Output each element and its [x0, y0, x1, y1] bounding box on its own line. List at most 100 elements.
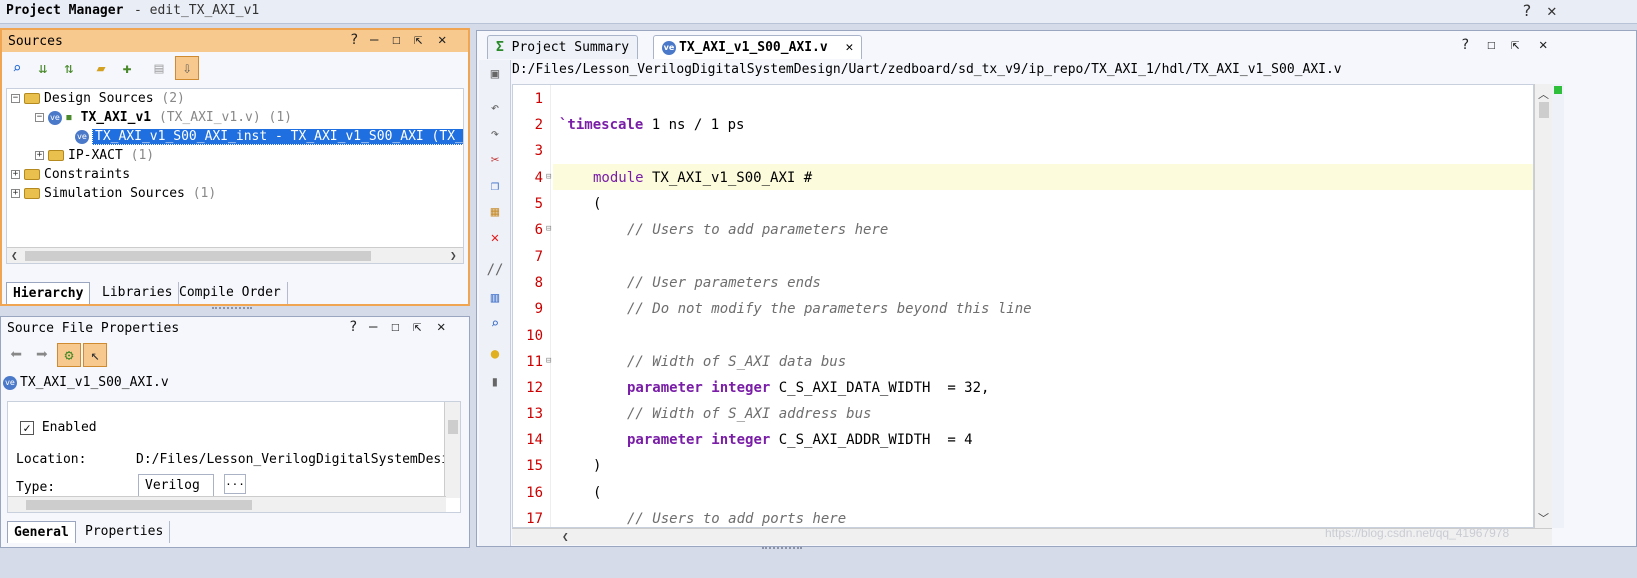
code-line-13: // Width of S_AXI address bus — [627, 406, 872, 422]
help-icon[interactable]: ? — [1461, 37, 1469, 53]
code-line-9: // Do not modify the parameters beyond t… — [627, 301, 1032, 317]
tab-source-file[interactable]: ve TX_AXI_v1_S00_AXI.v ✕ — [653, 35, 863, 59]
float-icon[interactable]: ⇱ — [414, 32, 422, 48]
enabled-checkbox[interactable]: ✓ — [20, 420, 34, 435]
delete-icon[interactable]: ✕ — [485, 228, 505, 248]
editor-splitter[interactable] — [762, 547, 802, 551]
code-line-16: ( — [593, 485, 602, 501]
comment-icon[interactable]: // — [485, 260, 505, 280]
editor-vscrollbar[interactable]: ︿ ﹀ — [1534, 84, 1552, 528]
code-line-12: parameter integer C_S_AXI_DATA_WIDTH = 3… — [627, 380, 990, 396]
expand-icon[interactable]: + — [11, 189, 20, 198]
maximize-icon[interactable]: ☐ — [392, 32, 400, 48]
minimize-icon[interactable]: — — [370, 32, 378, 48]
tab-project-summary[interactable]: Σ Project Summary — [487, 35, 639, 59]
help-button[interactable]: ? — [1522, 1, 1532, 20]
float-icon[interactable]: ⇱ — [413, 319, 421, 335]
scroll-right-icon[interactable]: ❯ — [450, 249, 457, 262]
tree-item-constraints[interactable]: + Constraints — [11, 167, 130, 185]
collapse-all-icon[interactable]: ⇊ — [32, 57, 54, 79]
search-icon[interactable]: ⌕ — [6, 57, 28, 79]
title-bar: Project Manager - edit_TX_AXI_v1 ? ✕ — [0, 0, 1637, 24]
close-tab-icon[interactable]: ✕ — [846, 40, 854, 55]
maximize-icon[interactable]: ☐ — [1487, 37, 1495, 53]
tab-compile-order[interactable]: Compile Order — [173, 282, 288, 304]
collapse-icon[interactable]: − — [35, 113, 44, 122]
select-cursor-icon[interactable]: ↖ — [83, 343, 107, 367]
auto-update-icon[interactable]: ⚙ — [57, 343, 81, 367]
code-line-14: parameter integer C_S_AXI_ADDR_WIDTH = 4 — [627, 432, 973, 448]
scroll-left-icon[interactable]: ❮ — [562, 530, 569, 543]
fold-icon[interactable]: ⊟ — [546, 172, 551, 182]
properties-icon[interactable]: ▤ — [148, 57, 170, 79]
close-icon[interactable]: ✕ — [438, 32, 446, 48]
fold-icon[interactable]: ⊟ — [546, 356, 551, 366]
tab-general[interactable]: General — [7, 521, 76, 543]
line-number: 1 — [534, 91, 543, 107]
open-folder-icon[interactable]: ▰ — [90, 57, 112, 79]
panel-splitter[interactable] — [212, 307, 252, 311]
line-number: 2 — [534, 117, 543, 133]
minimize-icon[interactable]: — — [369, 319, 377, 335]
tree-item-instance[interactable]: ve TX_AXI_v1_S00_AXI_inst - TX_AXI_v1_S00… — [75, 129, 463, 147]
tab-hierarchy[interactable]: Hierarchy — [6, 282, 91, 304]
scroll-thumb[interactable] — [448, 420, 458, 434]
scroll-thumb[interactable] — [1539, 102, 1549, 118]
code-line-17: // Users to add ports here — [627, 511, 847, 527]
lightbulb-icon[interactable]: ● — [485, 344, 505, 364]
enabled-row: ✓ Enabled — [20, 420, 97, 435]
tab-libraries[interactable]: Libraries — [96, 282, 180, 304]
copy-icon[interactable]: ❐ — [485, 176, 505, 196]
tree-item-top-module[interactable]: − ve ▪ TX_AXI_v1 (TX_AXI_v1.v) (1) — [35, 110, 292, 128]
fold-icon[interactable]: ⊟ — [546, 224, 551, 234]
help-icon[interactable]: ? — [350, 32, 358, 48]
properties-vscrollbar[interactable] — [444, 402, 460, 498]
scroll-thumb[interactable] — [25, 251, 371, 261]
line-number: 9 — [534, 301, 543, 317]
maximize-icon[interactable]: ☐ — [391, 319, 399, 335]
type-more-button[interactable]: ... — [224, 474, 246, 494]
close-icon[interactable]: ✕ — [437, 319, 445, 335]
tree-item-simulation-sources[interactable]: + Simulation Sources (1) — [11, 186, 216, 204]
tree-item-ipxact[interactable]: + IP-XACT (1) — [35, 148, 154, 166]
redo-icon[interactable]: ↷ — [485, 124, 505, 144]
line-number: 5 — [534, 196, 543, 212]
sources-title: Sources — [8, 34, 63, 49]
template-icon[interactable]: ▮ — [485, 372, 505, 392]
forward-arrow-icon[interactable]: ➡ — [31, 342, 53, 366]
properties-hscrollbar[interactable] — [8, 496, 446, 512]
save-icon[interactable]: ▣ — [485, 64, 505, 84]
watermark: https://blog.csdn.net/qq_41967978 — [1325, 526, 1510, 540]
line-number: 15 — [526, 458, 543, 474]
scroll-down-icon[interactable]: ﹀ — [1538, 510, 1549, 526]
editor-side-toolbar: ▣ ↶ ↷ ✂ ❐ ▦ ✕ // ▥ ⌕ ● ▮ — [479, 60, 511, 546]
collapse-icon[interactable]: − — [11, 94, 20, 103]
line-number: 10 — [526, 328, 543, 344]
scroll-left-icon[interactable]: ❮ — [11, 249, 18, 262]
select-all-icon[interactable]: ▥ — [485, 288, 505, 308]
undo-icon[interactable]: ↶ — [485, 98, 505, 118]
top-module-icon: ▪ — [65, 110, 73, 125]
find-icon[interactable]: ⌕ — [485, 314, 505, 334]
tree-item-design-sources[interactable]: − Design Sources (2) — [11, 91, 185, 109]
scroll-thumb[interactable] — [26, 500, 252, 510]
scroll-up-icon[interactable]: ︿ — [1538, 86, 1549, 102]
cut-icon[interactable]: ✂ — [485, 150, 505, 170]
paste-icon[interactable]: ▦ — [485, 202, 505, 222]
close-icon[interactable]: ✕ — [1539, 37, 1547, 53]
show-hierarchy-icon[interactable]: ⇩ — [175, 56, 199, 80]
back-arrow-icon[interactable]: ⬅ — [5, 342, 27, 366]
help-icon[interactable]: ? — [349, 319, 357, 335]
code-line-2: `timescale 1 ns / 1 ps — [559, 117, 745, 133]
add-sources-icon[interactable]: ✚ — [116, 57, 138, 79]
close-button[interactable]: ✕ — [1547, 1, 1557, 20]
code-editor[interactable]: 1 2 3 4 5 6 7 8 9 10 11 12 13 14 15 16 1… — [512, 84, 1534, 528]
expand-all-icon[interactable]: ⇅ — [58, 57, 80, 79]
expand-icon[interactable]: + — [35, 151, 44, 160]
float-icon[interactable]: ⇱ — [1511, 37, 1519, 53]
tab-properties[interactable]: Properties — [79, 521, 171, 543]
properties-tabs: General Properties — [7, 521, 467, 543]
expand-icon[interactable]: + — [11, 170, 20, 179]
sources-hscrollbar[interactable]: ❮ ❯ — [7, 247, 463, 263]
type-value[interactable]: Verilog — [138, 474, 214, 498]
